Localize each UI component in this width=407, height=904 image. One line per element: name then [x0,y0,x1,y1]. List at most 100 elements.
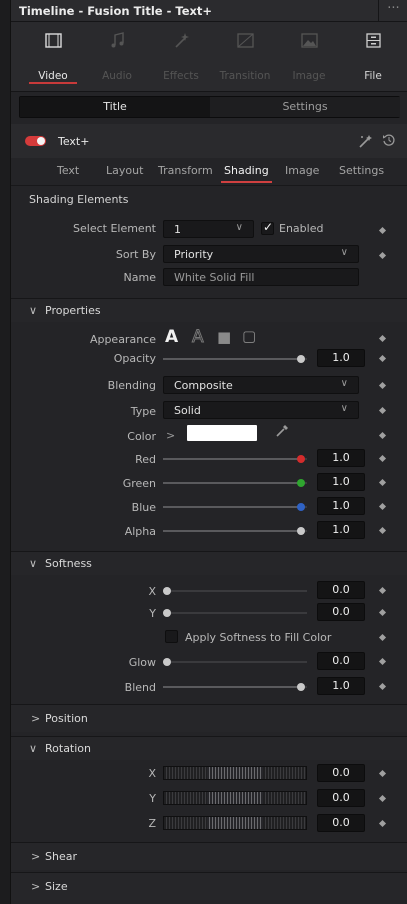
subtab-settings[interactable]: Settings [339,164,384,177]
select-element-dropdown[interactable]: 1 ∨ [163,220,254,238]
softness-heading: Softness [45,557,92,570]
tab-video[interactable]: Video [21,22,85,88]
slider-handle[interactable] [297,527,305,535]
softness-x-input[interactable]: 0.0 [317,581,365,599]
slider-handle[interactable] [297,503,305,511]
keyframe-diamond-icon[interactable] [378,608,387,617]
subtab-layout[interactable]: Layout [106,164,143,177]
reset-icon[interactable] [382,133,396,147]
apply-softness-checkbox[interactable] [165,630,178,643]
position-section-header[interactable]: > Position [11,704,407,732]
slider-handle[interactable] [297,355,305,363]
softness-section-header[interactable]: ∨ Softness [11,551,407,575]
keyframe-diamond-icon[interactable] [378,682,387,691]
alpha-slider[interactable] [163,527,307,535]
rotation-y-input[interactable]: 0.0 [317,789,365,807]
size-section-header[interactable]: > Size [11,872,407,900]
keyframe-diamond-icon[interactable] [378,586,387,595]
blue-input[interactable]: 1.0 [317,497,365,515]
opacity-input[interactable]: 1.0 [317,349,365,367]
softness-y-label: Y [149,607,156,620]
color-expand-chevron-icon[interactable]: > [166,429,175,442]
keyframe-diamond-icon[interactable] [378,819,387,828]
tab-effects[interactable]: Effects [149,22,213,88]
keyframe-diamond-icon[interactable] [378,406,387,415]
keyframe-diamond-icon[interactable] [378,657,387,666]
slider-handle[interactable] [297,683,305,691]
rotation-z-input[interactable]: 0.0 [317,814,365,832]
subtab-text[interactable]: Text [57,164,79,177]
keyframe-diamond-icon[interactable] [378,454,387,463]
appearance-border-outline-icon[interactable]: ▢ [242,327,256,345]
type-dropdown[interactable]: Solid ∨ [163,401,359,419]
sort-by-dropdown[interactable]: Priority ∨ [163,245,359,263]
appearance-text-fill-icon[interactable]: A [165,327,178,347]
rotation-y-thumbwheel[interactable] [163,791,307,805]
tool-enable-toggle[interactable] [25,136,46,146]
keyframe-diamond-icon[interactable] [378,502,387,511]
red-slider[interactable] [163,455,307,463]
slider-handle[interactable] [163,587,171,595]
subtab-transform[interactable]: Transform [158,164,213,177]
glow-slider[interactable] [163,658,307,666]
magic-wand-icon [175,33,189,48]
slider-handle[interactable] [163,609,171,617]
alpha-input[interactable]: 1.0 [317,521,365,539]
softness-y-slider[interactable] [163,609,307,617]
rotation-x-input[interactable]: 0.0 [317,764,365,782]
rotation-z-thumbwheel[interactable] [163,816,307,830]
keyframe-diamond-icon[interactable] [378,431,387,440]
opacity-label: Opacity [113,352,156,365]
keyframe-diamond-icon[interactable] [378,794,387,803]
keyframe-diamond-icon[interactable] [378,526,387,535]
blue-slider[interactable] [163,503,307,511]
keyframe-diamond-icon[interactable] [378,354,387,363]
keyframe-diamond-icon[interactable] [378,769,387,778]
green-input[interactable]: 1.0 [317,473,365,491]
tab-audio[interactable]: Audio [85,22,149,88]
rotation-x-thumbwheel[interactable] [163,766,307,780]
properties-section-header[interactable]: ∨ Properties [11,298,407,322]
appearance-text-outline-icon[interactable]: A [192,327,205,348]
keyframe-diamond-icon[interactable] [378,478,387,487]
opacity-slider[interactable] [163,355,307,363]
keyframe-diamond-icon[interactable] [378,226,387,235]
softness-x-slider[interactable] [163,587,307,595]
chevron-down-icon: ∨ [340,247,348,258]
glow-input[interactable]: 0.0 [317,652,365,670]
shear-section-header[interactable]: > Shear [11,842,407,870]
blend-slider[interactable] [163,683,307,691]
keyframe-diamond-icon[interactable] [378,381,387,390]
keyframe-diamond-icon[interactable] [378,251,387,260]
tab-transition[interactable]: Transition [213,22,277,88]
slider-handle[interactable] [297,455,305,463]
softness-y-input[interactable]: 0.0 [317,603,365,621]
blend-input[interactable]: 1.0 [317,677,365,695]
image-icon [301,33,318,48]
appearance-border-fill-icon[interactable]: ■ [217,328,231,346]
size-heading: Size [45,880,68,893]
subtab-image[interactable]: Image [285,164,319,177]
segment-settings[interactable]: Settings [210,97,400,117]
subtab-shading[interactable]: Shading [221,164,272,183]
segment-title[interactable]: Title [20,97,210,117]
name-input[interactable]: White Solid Fill [163,268,359,286]
slider-handle[interactable] [297,479,305,487]
magic-wand-icon[interactable] [358,134,374,148]
tab-image[interactable]: Image [277,22,341,88]
chevron-down-icon: ∨ [235,222,243,233]
enabled-checkbox[interactable]: ✓ [261,220,274,235]
more-options-icon[interactable]: ··· [378,0,407,22]
keyframe-diamond-icon[interactable] [378,633,387,642]
green-slider[interactable] [163,479,307,487]
blending-dropdown[interactable]: Composite ∨ [163,376,359,394]
tab-file[interactable]: File [341,22,405,88]
sort-by-value: Priority [174,248,214,261]
keyframe-diamond-icon[interactable] [378,334,387,343]
rotation-section-header[interactable]: ∨ Rotation [11,736,407,760]
red-input[interactable]: 1.0 [317,449,365,467]
eyedropper-icon[interactable] [275,424,289,438]
tab-image-label: Image [292,70,326,82]
slider-handle[interactable] [163,658,171,666]
color-swatch[interactable] [187,425,257,441]
